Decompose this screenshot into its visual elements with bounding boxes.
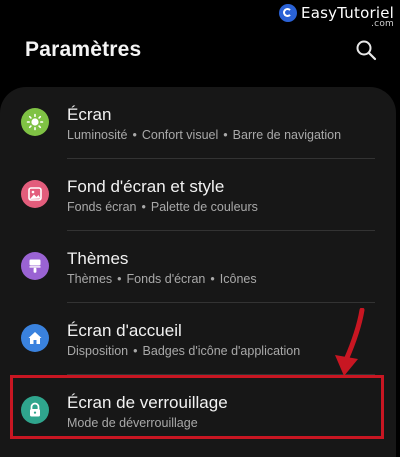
easytutoriel-logo-icon — [279, 4, 298, 22]
item-subtitle: Fonds écran • Palette de couleurs — [67, 200, 258, 214]
sun-icon — [26, 113, 44, 131]
search-button[interactable] — [354, 38, 378, 62]
settings-item-ecran[interactable]: Écran Luminosité • Confort visuel • Barre de… — [0, 87, 396, 158]
subtitle-part: Palette de couleurs — [150, 200, 258, 214]
icon-badge — [21, 396, 49, 424]
search-icon — [356, 40, 377, 61]
icon-badge — [21, 180, 49, 208]
icon-badge — [21, 108, 49, 136]
item-title: Thèmes — [67, 249, 129, 268]
subtitle-part: Badges d'icône d'application — [142, 344, 301, 358]
subtitle-part: Fonds écran — [67, 200, 137, 214]
icon-badge — [21, 324, 49, 352]
settings-item-ecran-accueil[interactable]: Écran d'accueil Disposition • Badges d'icô… — [0, 303, 396, 374]
image-icon — [28, 187, 42, 201]
item-subtitle: Thèmes • Fonds d'écran • Icônes — [67, 272, 257, 286]
item-title: Fond d'écran et style — [67, 177, 225, 196]
subtitle-part: Luminosité — [67, 128, 128, 142]
subtitle-part: Barre de navigation — [232, 128, 342, 142]
subtitle-part: Icônes — [219, 272, 257, 286]
settings-item-fond-ecran[interactable]: Fond d'écran et style Fonds écran • Palett… — [0, 159, 396, 230]
item-subtitle: Mode de déverrouillage — [67, 416, 198, 430]
item-title: Écran de verrouillage — [67, 393, 228, 412]
subtitle-part: Confort visuel — [141, 128, 219, 142]
subtitle-part: Thèmes — [67, 272, 113, 286]
watermark: EasyTutoriel .com — [279, 4, 394, 29]
brush-icon — [29, 259, 41, 273]
item-subtitle: Disposition • Badges d'icône d'application — [67, 344, 301, 358]
subtitle-part: Disposition — [67, 344, 129, 358]
icon-badge — [21, 252, 49, 280]
home-icon — [28, 332, 42, 344]
subtitle-part: Fonds d'écran — [126, 272, 206, 286]
page-title: Paramètres — [25, 38, 142, 61]
settings-card: Écran Luminosité • Confort visuel • Barre de… — [0, 87, 396, 457]
item-subtitle: Luminosité • Confort visuel • Barre de navig… — [67, 128, 342, 142]
watermark-suffix: .com — [371, 19, 394, 29]
lock-icon — [30, 402, 40, 417]
item-title: Écran — [67, 105, 112, 124]
settings-item-ecran-verrouillage[interactable]: Écran de verrouillage Mode de déverrouil… — [0, 375, 396, 446]
app-header: Paramètres — [25, 36, 378, 64]
subtitle-part: Mode de déverrouillage — [67, 416, 198, 430]
item-title: Écran d'accueil — [67, 321, 182, 340]
settings-item-themes[interactable]: Thèmes Thèmes • Fonds d'écran • Icônes — [0, 231, 396, 302]
